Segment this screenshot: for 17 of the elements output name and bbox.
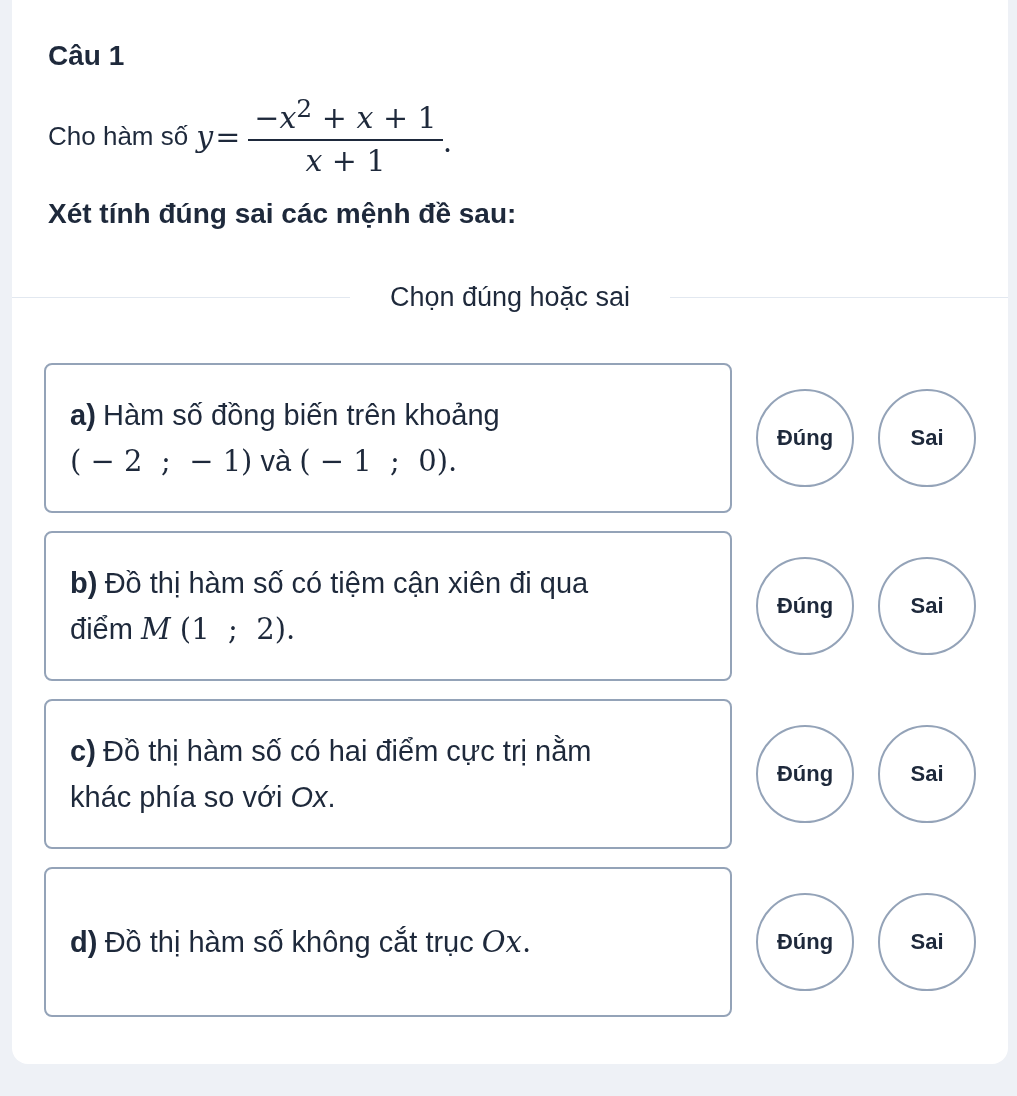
function-formula: y= −x$^{2}$ + x + 1 x + 1 . xyxy=(196,94,453,178)
answer-option-button[interactable]: Sai xyxy=(878,725,976,823)
divider-label: Chọn đúng hoặc sai xyxy=(389,282,631,313)
instruction-text: Xét tính đúng sai các mệnh đề sau: xyxy=(48,198,518,230)
answer-option-button[interactable]: Đúng xyxy=(756,893,854,991)
answer-option-button[interactable]: Sai xyxy=(878,893,976,991)
statement-text: b) Đồ thị hàm số có tiệm cận xiên đi qua điểm M (1 ; 2). xyxy=(70,565,589,648)
statement-text: c) Đồ thị hàm số có hai điểm cực trị nằm khác phía so với Ox. xyxy=(70,733,592,815)
answer-option-button[interactable]: Đúng xyxy=(756,725,854,823)
intro-text: Cho hàm số xyxy=(48,120,189,152)
answer-option-button[interactable]: Đúng xyxy=(756,389,854,487)
statement-text: a) Hàm số đồng biến trên khoảng ( − 2 ; − 1) và ( − 1 ; 0). xyxy=(70,397,500,480)
statement-text: d) Đồ thị hàm số không cắt trục Ox. xyxy=(70,923,532,961)
question-title: Câu 1 xyxy=(48,40,126,72)
answer-option-button[interactable]: Sai xyxy=(878,557,976,655)
answer-option-button[interactable]: Sai xyxy=(878,389,976,487)
answer-option-button[interactable]: Đúng xyxy=(756,557,854,655)
